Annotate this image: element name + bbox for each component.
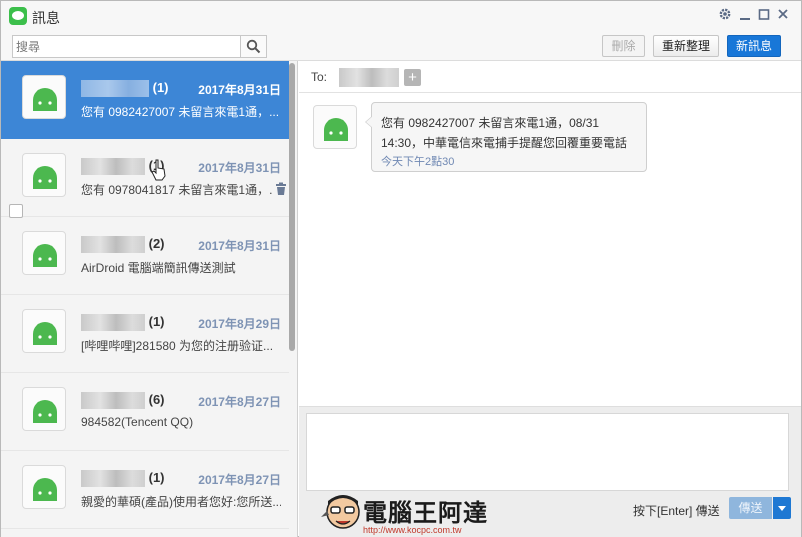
watermark-url: http://www.kocpc.com.tw [363,525,462,535]
message-text: 您有 0982427007 未留言來電1通，08/31 14:30，中華電信來電… [381,116,628,150]
messages-app-icon [9,7,27,25]
window-title: 訊息 [32,10,60,26]
android-avatar-icon [22,387,66,431]
send-hint: 按下[Enter] 傳送 [633,504,720,518]
conversation-checkbox[interactable] [9,204,23,218]
maximize-icon[interactable] [756,7,772,25]
watermark-title: 電腦王阿達 [363,500,488,527]
settings-gear-icon[interactable] [717,7,733,25]
conversation-date: 2017年8月29日 [198,317,281,331]
android-avatar-icon [313,105,357,149]
android-avatar-icon [22,75,66,119]
to-label: To: [311,70,328,84]
close-icon[interactable] [775,7,791,25]
redacted-recipient [339,68,399,87]
redacted-name [81,314,145,332]
mascot-face-icon [321,495,360,529]
conversation-date: 2017年8月31日 [198,239,281,253]
message-time: 今天下午2點30 [381,156,455,168]
conversation-item[interactable]: (1) 2017年8月31日 您有 0978041817 未留言來電1通，... [1,139,289,217]
conversation-list-scrollbar[interactable] [288,61,296,537]
conversation-date: 2017年8月27日 [198,395,281,409]
trash-icon[interactable] [275,182,287,199]
conversation-date: 2017年8月31日 [198,83,281,97]
conversation-date: 2017年8月27日 [198,473,281,487]
contact-name: (1) [81,80,169,98]
conversation-date: 2017年8月31日 [198,161,281,175]
refresh-button[interactable]: 重新整理 [653,35,719,57]
conversation-preview: 親愛的華碩(產品)使用者您好:您所送... [81,495,281,509]
messages-window: 訊息 刪除 重新整理 新訊息 (1) [0,0,802,537]
search-box [12,35,267,58]
conversation-list: (1) 2017年8月31日 您有 0982427007 未留言來電1通，...… [1,61,298,537]
conversation-preview: 984582(Tencent QQ) [81,415,194,429]
conversation-item[interactable]: (1) 2017年8月29日 [哔哩哔哩]281580 为您的注册验证... [1,295,289,373]
redacted-name [81,470,145,488]
redacted-name [81,236,145,254]
message-thread: 您有 0982427007 未留言來電1通，08/31 14:30，中華電信來電… [299,94,801,406]
conversation-preview: 您有 0982427007 未留言來電1通，... [81,105,280,119]
search-input[interactable] [16,37,238,56]
android-avatar-icon [22,231,66,275]
minimize-icon[interactable] [737,7,753,25]
title-bar: 訊息 [1,1,801,32]
search-button[interactable] [240,36,266,57]
android-avatar-icon [22,309,66,353]
redacted-name [81,392,145,410]
conversation-preview: [哔哩哔哩]281580 为您的注册验证... [81,339,274,353]
conversation-item[interactable]: (1) 2017年8月31日 您有 0982427007 未留言來電1通，... [1,61,289,139]
redacted-name [81,80,149,98]
conversation-item[interactable]: (1) 2017年8月27日 親愛的華碩(產品)使用者您好:您所送... [1,451,289,529]
contact-name: (6) [81,392,165,410]
redacted-name [81,158,145,176]
android-avatar-icon [22,153,66,197]
conversation-item[interactable]: (6) 2017年8月27日 984582(Tencent QQ) [1,373,289,451]
contact-name: (1) [81,314,165,332]
recipient-bar: To: + [299,61,801,93]
search-icon [246,39,261,54]
send-options-dropdown[interactable] [773,497,791,519]
delete-button[interactable]: 刪除 [602,35,645,57]
hand-cursor-icon [151,159,167,184]
contact-name: (1) [81,470,165,488]
new-message-button[interactable]: 新訊息 [727,35,781,57]
send-button[interactable]: 傳送 [729,497,772,519]
conversation-item[interactable]: (2) 2017年8月31日 AirDroid 電腦端簡訊傳送測試 [1,217,289,295]
add-recipient-plus-icon[interactable]: + [404,69,421,86]
toolbar: 刪除 重新整理 新訊息 [1,32,801,61]
contact-name: (2) [81,236,165,254]
android-avatar-icon [22,465,66,509]
message-input[interactable] [307,414,788,490]
compose-box [306,413,789,491]
watermark-logo: 電腦王阿達 http://www.kocpc.com.tw [319,489,499,537]
conversation-preview: AirDroid 電腦端簡訊傳送測試 [81,261,236,275]
message-bubble: 您有 0982427007 未留言來電1通，08/31 14:30，中華電信來電… [365,102,647,172]
conversation-preview: 您有 0978041817 未留言來電1通，... [81,183,273,197]
scrollbar-thumb[interactable] [289,63,295,351]
